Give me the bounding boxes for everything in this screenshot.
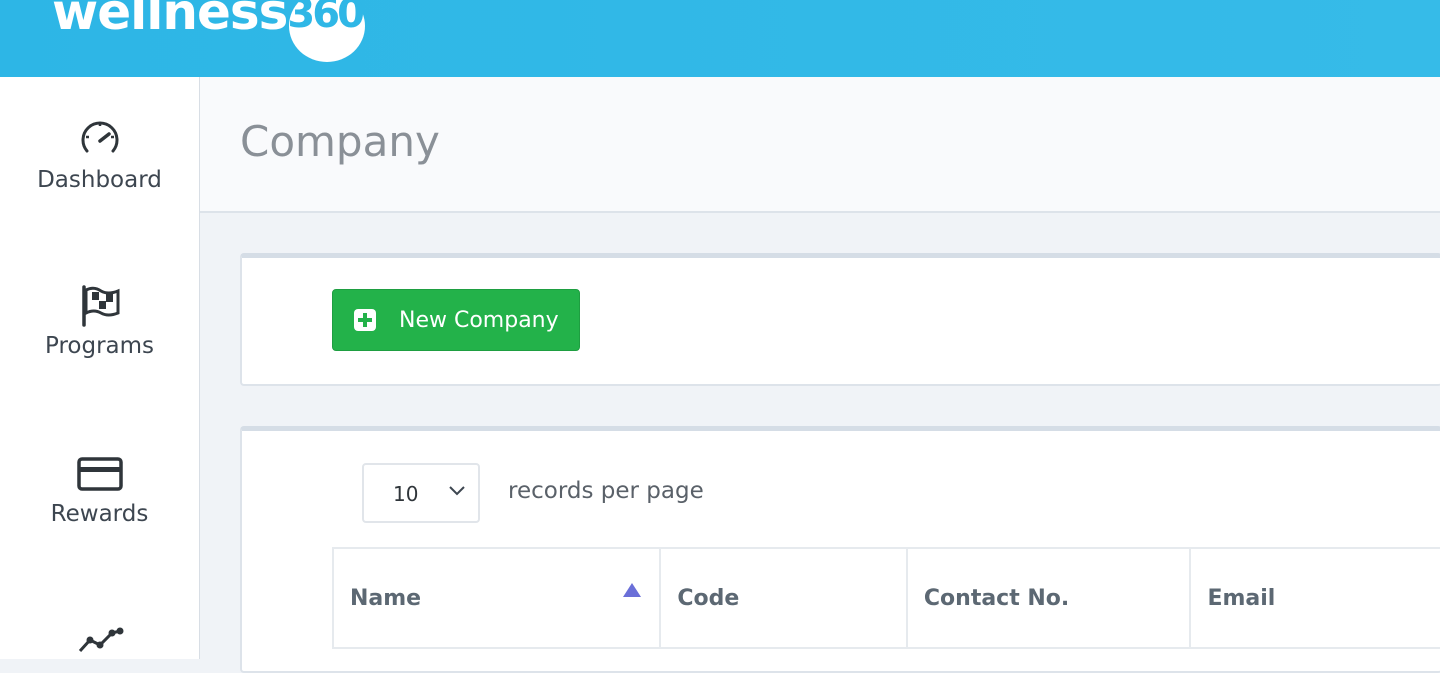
column-header-label: Code <box>677 585 740 611</box>
records-per-page-label: records per page <box>508 478 704 504</box>
new-company-label: New Company <box>399 307 559 333</box>
sidebar-item-programs[interactable]: Programs <box>0 283 199 359</box>
sort-ascending-icon <box>623 583 642 597</box>
column-header-email[interactable]: Email <box>1189 547 1440 649</box>
sidebar: Dashboard Programs Rewards <box>0 77 200 659</box>
page-title: Company <box>240 117 440 166</box>
sidebar-item-dashboard[interactable]: Dashboard <box>0 115 199 193</box>
logo-badge: 360 <box>283 0 367 62</box>
sidebar-item-label: Rewards <box>50 501 149 527</box>
credit-card-icon <box>76 457 123 491</box>
logo-number: 360 <box>287 0 364 37</box>
chart-line-icon <box>78 627 123 653</box>
new-company-button[interactable]: New Company <box>332 289 580 351</box>
top-header: wellness 360 <box>0 0 1440 77</box>
sidebar-item-reports[interactable] <box>0 623 199 663</box>
logo-wordmark: wellness <box>52 0 288 41</box>
page-header: Company <box>200 77 1440 213</box>
sidebar-item-rewards[interactable]: Rewards <box>0 455 199 527</box>
company-table-card: 10 records per page Name Code Contact No… <box>240 426 1440 673</box>
column-header-contact[interactable]: Contact No. <box>905 547 1192 649</box>
page-size-select[interactable]: 10 <box>362 463 480 523</box>
speedometer-icon <box>81 121 118 153</box>
sidebar-item-label: Programs <box>44 333 155 359</box>
column-header-label: Email <box>1207 585 1276 611</box>
page-size-value: 10 <box>393 482 419 506</box>
table-header-row: Name Code Contact No. Email <box>331 547 1440 649</box>
column-header-label: Name <box>350 585 422 611</box>
column-header-label: Contact No. <box>923 585 1070 611</box>
plus-square-icon <box>354 309 376 331</box>
flag-icon <box>81 285 119 327</box>
chevron-down-icon <box>449 486 465 496</box>
column-header-name[interactable]: Name <box>331 547 662 649</box>
company-table: Name Code Contact No. Email <box>331 547 1440 649</box>
actions-card: New Company <box>240 253 1440 386</box>
column-header-code[interactable]: Code <box>659 547 908 649</box>
wellness360-logo[interactable]: wellness 360 <box>52 0 367 62</box>
sidebar-item-label: Dashboard <box>37 167 162 193</box>
